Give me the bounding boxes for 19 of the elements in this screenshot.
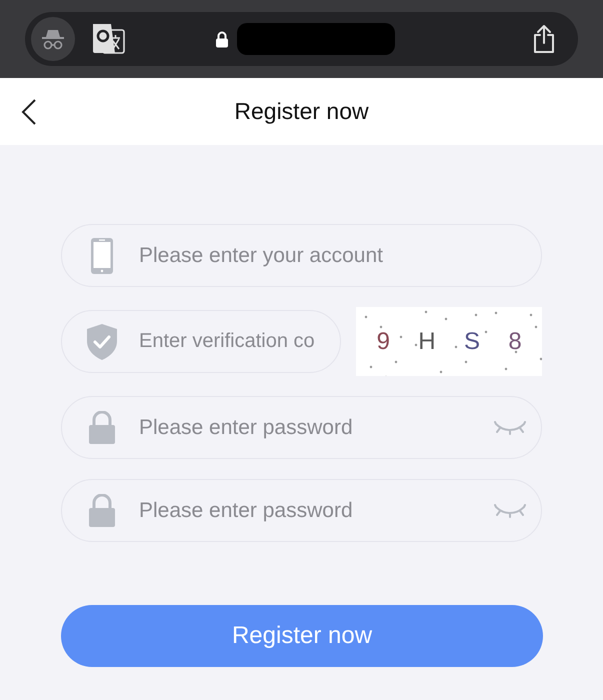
back-icon[interactable] xyxy=(20,98,38,126)
captcha-character: S xyxy=(464,326,480,356)
captcha-character: 9 xyxy=(376,326,390,356)
share-icon[interactable] xyxy=(532,24,556,54)
lock-icon xyxy=(88,410,116,444)
input-field[interactable]: Please enter your account xyxy=(61,224,542,287)
input-field[interactable]: Please enter password xyxy=(61,396,542,459)
incognito-icon[interactable] xyxy=(31,17,75,61)
phone-icon xyxy=(90,236,114,274)
translate-icon[interactable] xyxy=(91,23,125,55)
lock-icon xyxy=(215,30,229,48)
page-title: Register now xyxy=(234,97,369,126)
captcha-character: 8 xyxy=(508,326,522,356)
input-field[interactable]: Please enter password xyxy=(61,479,542,542)
captcha-image[interactable]: 9 H S 8 xyxy=(356,307,542,376)
input-field[interactable]: Enter verification co xyxy=(61,310,342,373)
captcha-character: H xyxy=(418,326,436,356)
shield-check-icon xyxy=(86,322,118,360)
lock-icon xyxy=(88,494,116,528)
